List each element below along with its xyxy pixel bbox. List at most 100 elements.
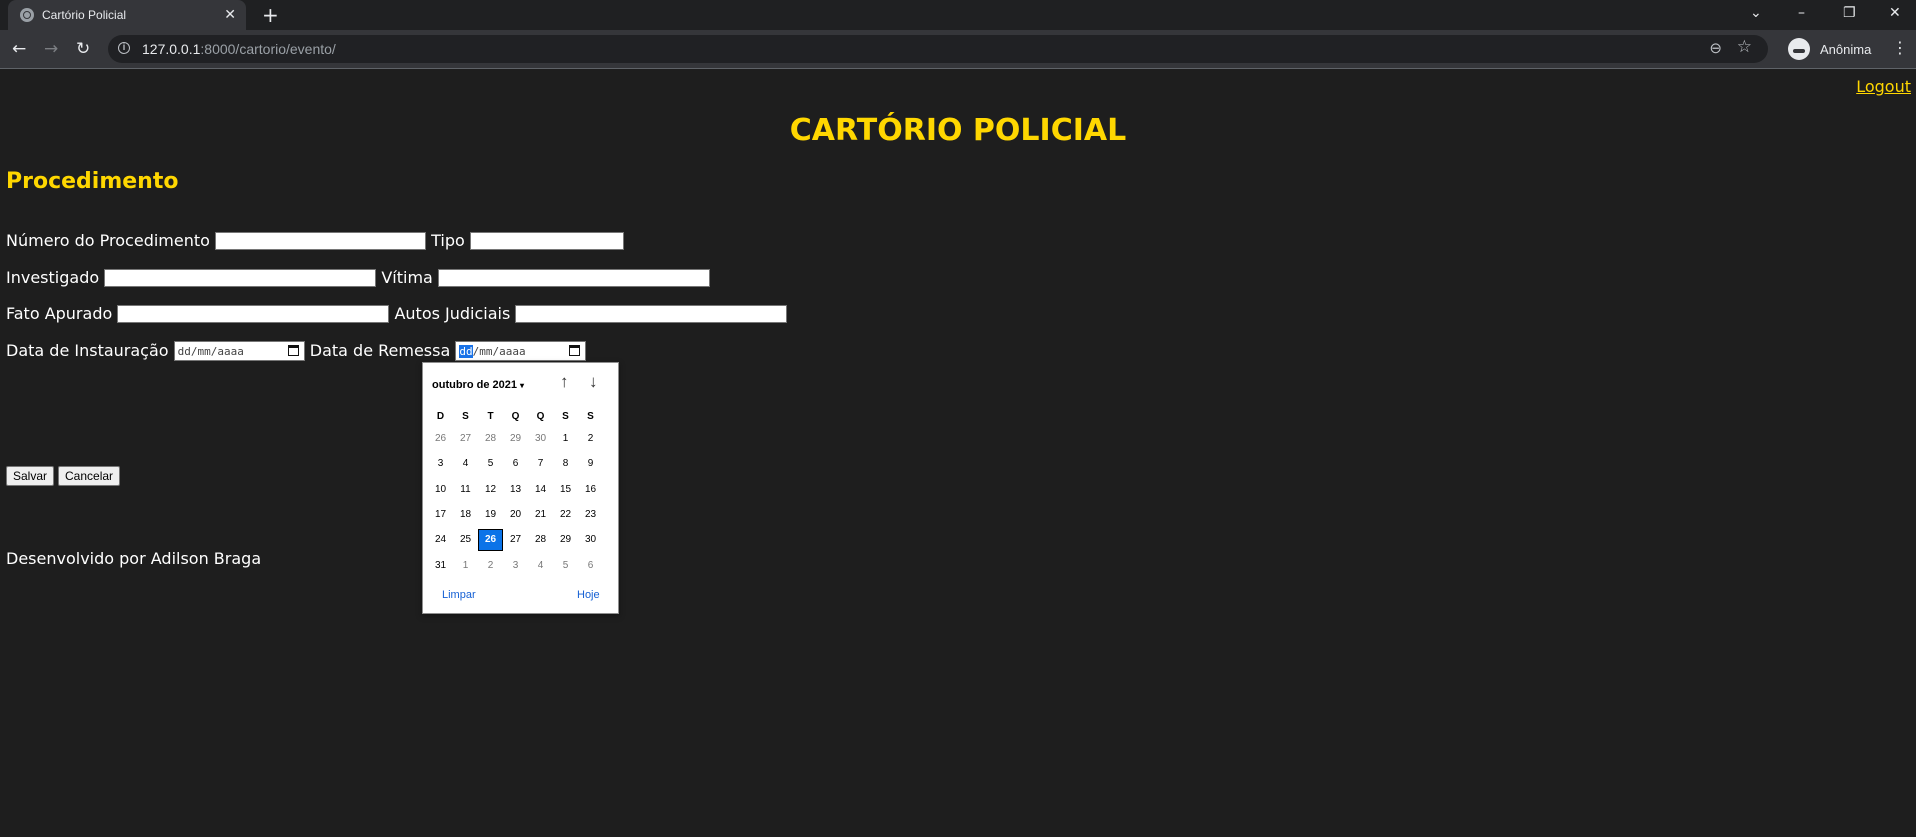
calendar-day[interactable]: 3 — [428, 453, 453, 475]
previous-month-arrow-icon[interactable]: ↑ — [560, 372, 569, 392]
calendar-day[interactable]: 19 — [478, 504, 503, 526]
calendar-day[interactable]: 12 — [478, 479, 503, 501]
instauracao-date-input[interactable]: dd/mm/aaaa — [173, 340, 305, 361]
url-text[interactable]: 127.0.0.1:8000/cartorio/evento/ — [142, 41, 336, 57]
browser-toolbar: ← → ↻ i 127.0.0.1:8000/cartorio/evento/ … — [0, 30, 1916, 69]
calendar-day[interactable]: 17 — [428, 504, 453, 526]
weekday-label: Q — [511, 411, 520, 422]
calendar-day[interactable]: 28 — [478, 428, 503, 450]
month-year-selector[interactable]: outubro de 2021 ▾ — [432, 379, 524, 391]
bookmark-star-icon[interactable]: ☆ — [1737, 37, 1752, 57]
weekday-label: S — [462, 411, 469, 422]
remessa-day-segment[interactable]: dd — [459, 344, 473, 358]
url-path: :8000/cartorio/evento/ — [200, 41, 336, 57]
browser-menu-icon[interactable]: ⋮ — [1892, 38, 1908, 57]
zoom-icon[interactable]: ⊖ — [1709, 39, 1722, 57]
tab-search-icon[interactable]: ⌄ — [1750, 5, 1762, 21]
weekday-label: S — [562, 411, 569, 422]
back-icon[interactable]: ← — [12, 39, 26, 59]
profile-label: Anônima — [1820, 42, 1872, 57]
forward-icon[interactable]: → — [44, 39, 58, 59]
calendar-day[interactable]: 31 — [428, 555, 453, 577]
page-content: Logout CARTÓRIO POLICIAL Procedimento Nú… — [0, 69, 1916, 837]
calendar-day[interactable]: 29 — [553, 529, 578, 551]
calendar-day[interactable]: 8 — [553, 453, 578, 475]
logout-link[interactable]: Logout — [1856, 77, 1911, 96]
calendar-day[interactable]: 27 — [503, 529, 528, 551]
calendar-day[interactable]: 1 — [553, 428, 578, 450]
calendar-day[interactable]: 23 — [578, 504, 603, 526]
reload-icon[interactable]: ↻ — [76, 39, 90, 59]
today-link[interactable]: Hoje — [577, 589, 600, 601]
calendar-day[interactable]: 16 — [578, 479, 603, 501]
weekday-label: D — [436, 411, 445, 422]
date-picker-popup: outubro de 2021 ▾ ↑ ↓ DSTQQSS 26 27 28 29 30 1… — [422, 362, 619, 614]
weekday-label: T — [487, 411, 494, 422]
calendar-day[interactable]: 28 — [528, 529, 553, 551]
calendar-day[interactable]: 1 — [453, 555, 478, 577]
restore-button[interactable]: ❐ — [1843, 5, 1856, 21]
form-row-fato-autos: Fato Apurado Autos Judiciais — [6, 303, 788, 323]
vitima-input[interactable] — [437, 268, 710, 287]
browser-tab[interactable]: Cartório Policial ✕ — [8, 0, 246, 30]
calendar-day[interactable]: 9 — [578, 453, 603, 475]
calendar-day[interactable]: 25 — [453, 529, 478, 551]
calendar-day[interactable]: 26 — [428, 428, 453, 450]
calendar-day[interactable]: 20 — [503, 504, 528, 526]
globe-icon — [20, 8, 34, 22]
calendar-day[interactable]: 2 — [478, 555, 503, 577]
calendar-day[interactable]: 13 — [503, 479, 528, 501]
numero-input[interactable] — [215, 231, 427, 250]
calendar-day[interactable]: 4 — [528, 555, 553, 577]
calendar-day[interactable]: 14 — [528, 479, 553, 501]
clear-link[interactable]: Limpar — [442, 589, 476, 601]
calendar-day[interactable]: 5 — [553, 555, 578, 577]
calendar-day[interactable]: 24 — [428, 529, 453, 551]
fato-input[interactable] — [117, 304, 390, 323]
remessa-date-input[interactable]: dd/mm/aaaa — [455, 340, 587, 361]
cancel-button[interactable]: Cancelar — [58, 466, 121, 486]
calendar-day[interactable]: 21 — [528, 504, 553, 526]
calendar-icon[interactable] — [287, 344, 299, 356]
calendar-day[interactable]: 29 — [503, 428, 528, 450]
weekday-label: Q — [536, 411, 545, 422]
vitima-label: Vítima — [381, 268, 433, 287]
calendar-day[interactable]: 6 — [578, 555, 603, 577]
info-icon[interactable]: i — [118, 42, 130, 54]
calendar-day[interactable]: 6 — [503, 453, 528, 475]
remessa-label: Data de Remessa — [309, 341, 451, 360]
minimize-button[interactable]: – — [1798, 5, 1805, 21]
numero-label: Número do Procedimento — [6, 231, 210, 250]
investigado-label: Investigado — [6, 268, 100, 287]
profile-button[interactable]: Anônima — [1784, 35, 1880, 63]
calendar-day[interactable]: 4 — [453, 453, 478, 475]
close-window-button[interactable]: ✕ — [1889, 5, 1901, 21]
calendar-icon[interactable] — [569, 344, 581, 356]
tipo-input[interactable] — [469, 231, 624, 250]
section-title: Procedimento — [6, 169, 179, 194]
remessa-date-text: dd/mm/aaaa — [459, 344, 526, 358]
url-host: 127.0.0.1 — [142, 41, 201, 57]
calendar-day[interactable]: 11 — [453, 479, 478, 501]
autos-input[interactable] — [515, 304, 788, 323]
calendar-day[interactable]: 18 — [453, 504, 478, 526]
calendar-day[interactable]: 5 — [478, 453, 503, 475]
new-tab-button[interactable]: + — [262, 3, 279, 27]
save-button[interactable]: Salvar — [6, 466, 55, 486]
calendar-day-selected[interactable]: 26 — [478, 529, 503, 552]
close-tab-icon[interactable]: ✕ — [224, 6, 236, 23]
calendar-day[interactable]: 15 — [553, 479, 578, 501]
calendar-day[interactable]: 2 — [578, 428, 603, 450]
footer-credit: Desenvolvido por Adilson Braga — [6, 549, 262, 568]
calendar-day[interactable]: 10 — [428, 479, 453, 501]
investigado-input[interactable] — [104, 268, 377, 287]
next-month-arrow-icon[interactable]: ↓ — [589, 372, 598, 392]
calendar-day[interactable]: 30 — [578, 529, 603, 551]
address-bar[interactable]: i 127.0.0.1:8000/cartorio/evento/ ⊖ ☆ — [108, 35, 1768, 63]
form-row-investigado-vitima: Investigado Vítima — [6, 267, 710, 287]
calendar-day[interactable]: 3 — [503, 555, 528, 577]
calendar-day[interactable]: 30 — [528, 428, 553, 450]
calendar-day[interactable]: 7 — [528, 453, 553, 475]
calendar-day[interactable]: 22 — [553, 504, 578, 526]
calendar-day[interactable]: 27 — [453, 428, 478, 450]
